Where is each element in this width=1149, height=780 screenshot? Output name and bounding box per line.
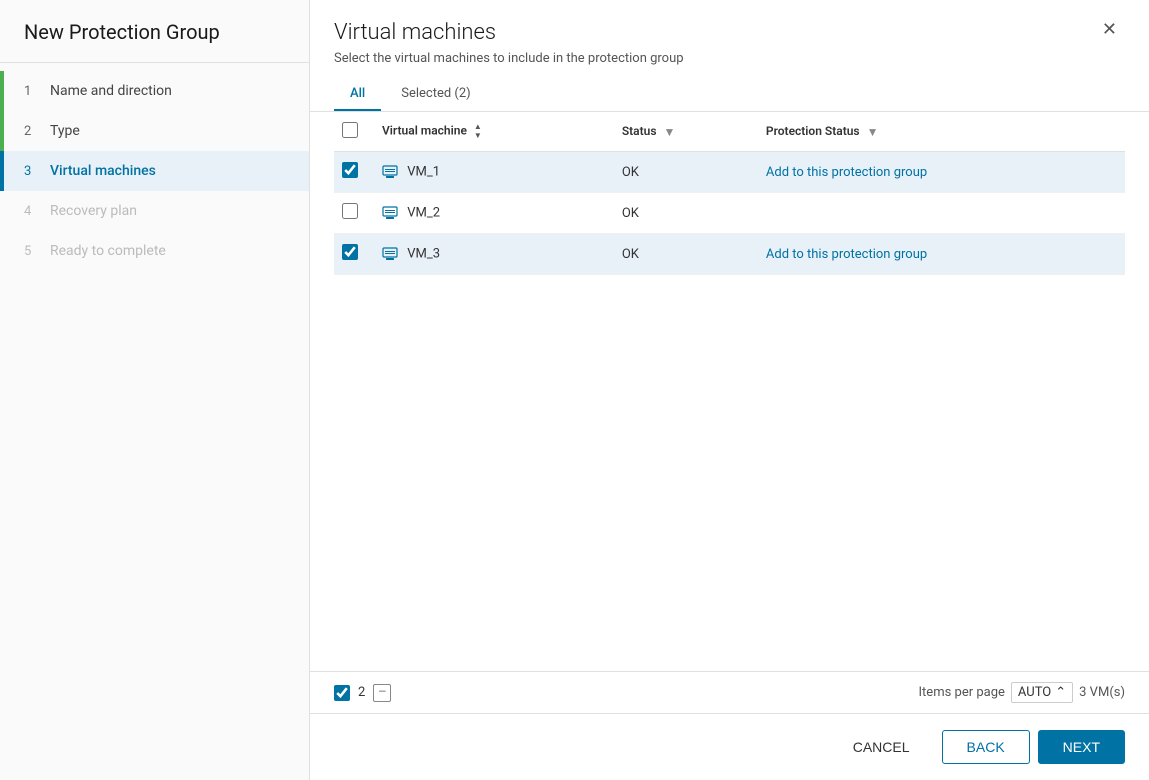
vm-icon-2 xyxy=(382,205,398,221)
sort-down-icon[interactable]: ▼ xyxy=(474,132,482,140)
step-number-1: 1 xyxy=(24,84,40,99)
step-label-1: Name and direction xyxy=(50,83,172,99)
tab-all[interactable]: All xyxy=(334,78,381,111)
main-content: Virtual machines Select the virtual mach… xyxy=(310,0,1149,780)
row2-protection-status xyxy=(758,193,1125,234)
vm-icon-1 xyxy=(382,164,398,180)
main-header-left: Virtual machines Select the virtual mach… xyxy=(334,20,1094,111)
step-number-3: 3 xyxy=(24,164,40,179)
footer-left: 2 xyxy=(334,684,391,702)
items-per-page-value: AUTO xyxy=(1018,685,1051,700)
table-footer: 2 Items per page AUTO ⌃ 3 VM(s) xyxy=(310,671,1149,713)
row3-vm-name: VM_3 xyxy=(407,247,440,262)
filter-protection-icon[interactable]: ▼ xyxy=(867,125,879,139)
sidebar-step-1[interactable]: 1 Name and direction xyxy=(0,71,309,111)
sidebar: New Protection Group 1 Name and directio… xyxy=(0,0,310,780)
step-number-4: 4 xyxy=(24,204,40,219)
main-header: Virtual machines Select the virtual mach… xyxy=(310,0,1149,112)
header-status: Status ▼ xyxy=(614,112,758,152)
table-row: VM_1 OK Add to this protection group xyxy=(334,152,1125,193)
row3-protection-status: Add to this protection group xyxy=(758,234,1125,275)
step-number-5: 5 xyxy=(24,244,40,259)
back-button[interactable]: BACK xyxy=(942,730,1030,764)
step-label-4: Recovery plan xyxy=(50,203,137,219)
vm-table: Virtual machine ▲ ▼ Status ▼ Protection … xyxy=(334,112,1125,275)
row1-checkbox-cell xyxy=(334,152,374,193)
row3-vm-name-cell: VM_3 xyxy=(374,234,614,275)
sidebar-title: New Protection Group xyxy=(0,0,309,63)
footer-selected-count: 2 xyxy=(358,685,365,700)
header-checkbox-col xyxy=(334,112,374,152)
row3-status: OK xyxy=(614,234,758,275)
footer-select-checkbox[interactable] xyxy=(334,685,350,701)
next-button[interactable]: NEXT xyxy=(1038,730,1125,764)
row1-status: OK xyxy=(614,152,758,193)
sidebar-step-5: 5 Ready to complete xyxy=(0,231,309,271)
table-row: VM_2 OK xyxy=(334,193,1125,234)
row1-vm-name: VM_1 xyxy=(407,165,440,180)
step-label-3: Virtual machines xyxy=(50,163,156,179)
items-per-page-select[interactable]: AUTO ⌃ xyxy=(1011,682,1073,703)
row2-checkbox[interactable] xyxy=(342,203,358,219)
new-protection-group-dialog: New Protection Group 1 Name and directio… xyxy=(0,0,1149,780)
row1-protection-status: Add to this protection group xyxy=(758,152,1125,193)
sidebar-step-2[interactable]: 2 Type xyxy=(0,111,309,151)
select-all-checkbox[interactable] xyxy=(342,122,358,138)
footer-minus-icon[interactable] xyxy=(373,684,391,702)
footer-right: Items per page AUTO ⌃ 3 VM(s) xyxy=(919,682,1125,703)
cancel-button[interactable]: CANCEL xyxy=(829,731,934,763)
sidebar-steps: 1 Name and direction 2 Type 3 Virtual ma… xyxy=(0,63,309,279)
step-number-2: 2 xyxy=(24,124,40,139)
chevron-up-icon: ⌃ xyxy=(1055,685,1066,700)
vm-icon-3 xyxy=(382,246,398,262)
row3-checkbox-cell xyxy=(334,234,374,275)
sort-icons-vm[interactable]: ▲ ▼ xyxy=(474,123,482,140)
header-virtual-machine: Virtual machine ▲ ▼ xyxy=(374,112,614,152)
tab-selected[interactable]: Selected (2) xyxy=(385,78,486,111)
row3-checkbox[interactable] xyxy=(342,244,358,260)
close-button[interactable]: ✕ xyxy=(1094,16,1125,42)
items-per-page-label: Items per page xyxy=(919,685,1005,700)
main-subtitle: Select the virtual machines to include i… xyxy=(334,51,1094,66)
tabs: All Selected (2) xyxy=(334,78,1094,111)
filter-status-icon[interactable]: ▼ xyxy=(664,125,676,139)
row2-vm-name: VM_2 xyxy=(407,206,440,221)
row2-checkbox-cell xyxy=(334,193,374,234)
table-header-row: Virtual machine ▲ ▼ Status ▼ Protection … xyxy=(334,112,1125,152)
row2-status: OK xyxy=(614,193,758,234)
row1-vm-name-cell: VM_1 xyxy=(374,152,614,193)
main-title: Virtual machines xyxy=(334,20,1094,45)
row1-checkbox[interactable] xyxy=(342,162,358,178)
vm-table-container: Virtual machine ▲ ▼ Status ▼ Protection … xyxy=(310,112,1149,671)
sidebar-step-4: 4 Recovery plan xyxy=(0,191,309,231)
sort-up-icon[interactable]: ▲ xyxy=(474,123,482,131)
table-row: VM_3 OK Add to this protection group xyxy=(334,234,1125,275)
step-label-2: Type xyxy=(50,123,80,139)
row2-vm-name-cell: VM_2 xyxy=(374,193,614,234)
total-vms: 3 VM(s) xyxy=(1079,685,1125,700)
sidebar-step-3[interactable]: 3 Virtual machines xyxy=(0,151,309,191)
action-bar: CANCEL BACK NEXT xyxy=(310,713,1149,780)
header-protection-status: Protection Status ▼ xyxy=(758,112,1125,152)
step-label-5: Ready to complete xyxy=(50,243,166,259)
vm-table-body: VM_1 OK Add to this protection group xyxy=(334,152,1125,275)
